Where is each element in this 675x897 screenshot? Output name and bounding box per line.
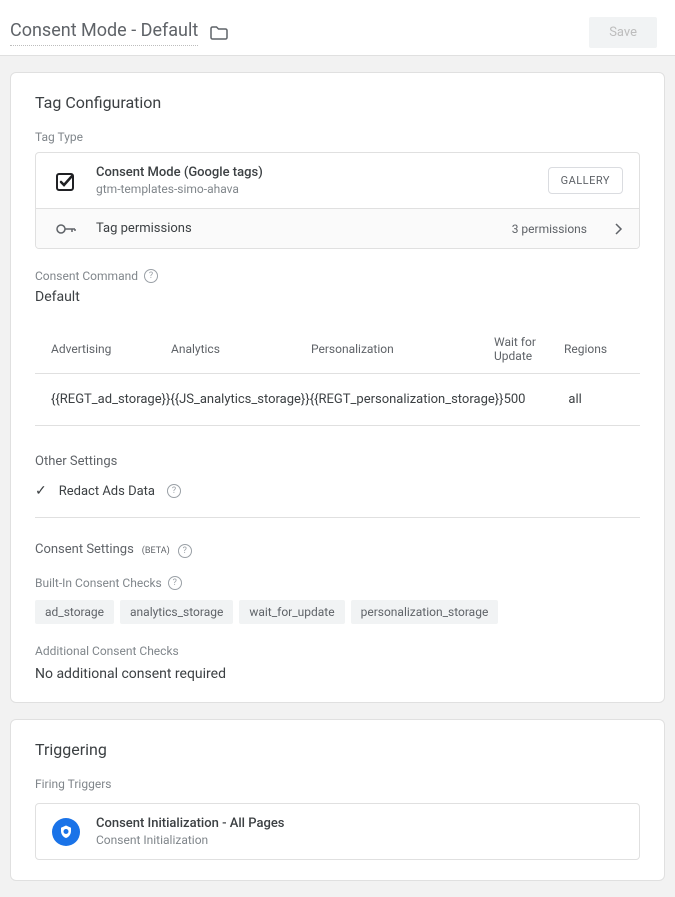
help-icon[interactable]: ?: [144, 269, 158, 283]
tag-type-box: Consent Mode (Google tags) gtm-templates…: [35, 152, 640, 249]
trigger-row[interactable]: Consent Initialization - All Pages Conse…: [35, 803, 640, 860]
page-header: Consent Mode - Default Save: [0, 0, 675, 56]
gallery-button[interactable]: GALLERY: [548, 167, 623, 194]
other-settings-label: Other Settings: [35, 454, 640, 469]
col-analytics: Analytics: [171, 342, 311, 356]
trigger-type: Consent Initialization: [96, 833, 284, 847]
redact-row: ✓ Redact Ads Data ?: [35, 483, 640, 518]
consent-command-value: Default: [35, 289, 640, 305]
tag-permissions-row[interactable]: Tag permissions 3 permissions: [36, 209, 639, 248]
col-personalization: Personalization: [311, 342, 494, 356]
help-icon[interactable]: ?: [167, 484, 181, 498]
help-icon[interactable]: ?: [168, 576, 182, 590]
page-title[interactable]: Consent Mode - Default: [10, 20, 198, 46]
checkbox-icon: [52, 170, 80, 192]
tag-info: Consent Mode (Google tags) gtm-templates…: [96, 165, 532, 196]
permissions-count: 3 permissions: [512, 222, 587, 236]
triggering-card: Triggering Firing Triggers Consent Initi…: [10, 719, 665, 881]
tag-config-title: Tag Configuration: [35, 93, 640, 112]
title-wrap: Consent Mode - Default: [10, 20, 228, 46]
consent-chip: ad_storage: [35, 600, 114, 624]
cell-advertising: {{REGT_ad_storage}}: [51, 392, 170, 407]
check-icon: ✓: [35, 483, 47, 499]
col-regions: Regions: [564, 342, 624, 356]
chevron-right-icon: [615, 223, 623, 235]
tag-configuration-card: Tag Configuration Tag Type Consent Mode …: [10, 72, 665, 703]
consent-chips: ad_storageanalytics_storagewait_for_upda…: [35, 600, 640, 624]
permissions-label: Tag permissions: [96, 221, 496, 236]
col-advertising: Advertising: [51, 342, 171, 356]
tag-name: Consent Mode (Google tags): [96, 165, 532, 180]
tag-type-row[interactable]: Consent Mode (Google tags) gtm-templates…: [36, 153, 639, 209]
consent-init-icon: [52, 818, 80, 846]
trigger-info: Consent Initialization - All Pages Conse…: [96, 816, 284, 847]
folder-icon[interactable]: [210, 26, 228, 40]
table-row[interactable]: {{REGT_ad_storage}} {{JS_analytics_stora…: [35, 374, 640, 426]
help-icon[interactable]: ?: [178, 544, 192, 558]
redact-label: Redact Ads Data: [59, 484, 155, 499]
additional-checks-label: Additional Consent Checks: [35, 644, 640, 658]
col-wait: Wait for Update: [494, 335, 564, 363]
builtin-label-row: Built-In Consent Checks ?: [35, 576, 640, 590]
cell-wait: 500: [504, 392, 569, 407]
triggering-title: Triggering: [35, 740, 640, 759]
additional-checks-value: No additional consent required: [35, 666, 640, 682]
key-icon: [52, 223, 80, 235]
table-header: Advertising Analytics Personalization Wa…: [35, 325, 640, 374]
save-button[interactable]: Save: [589, 17, 657, 48]
tag-subtitle: gtm-templates-simo-ahava: [96, 182, 532, 196]
beta-badge: (BETA): [142, 546, 170, 556]
firing-triggers-label: Firing Triggers: [35, 777, 640, 791]
cell-analytics: {{JS_analytics_storage}}: [170, 392, 309, 407]
trigger-name: Consent Initialization - All Pages: [96, 816, 284, 831]
builtin-checks-label: Built-In Consent Checks: [35, 576, 162, 590]
consent-chip: personalization_storage: [351, 600, 499, 624]
consent-chip: analytics_storage: [120, 600, 233, 624]
cell-regions: all: [568, 392, 624, 407]
consent-command-label-row: Consent Command ?: [35, 269, 640, 283]
consent-command-label: Consent Command: [35, 269, 138, 283]
settings-table: Advertising Analytics Personalization Wa…: [35, 325, 640, 426]
consent-settings-label: Consent Settings: [35, 542, 134, 557]
cell-personalization: {{REGT_personalization_storage}}: [310, 392, 504, 407]
consent-settings-header: Consent Settings (BETA) ?: [35, 542, 640, 558]
consent-chip: wait_for_update: [239, 600, 344, 624]
tag-type-label: Tag Type: [35, 130, 640, 144]
